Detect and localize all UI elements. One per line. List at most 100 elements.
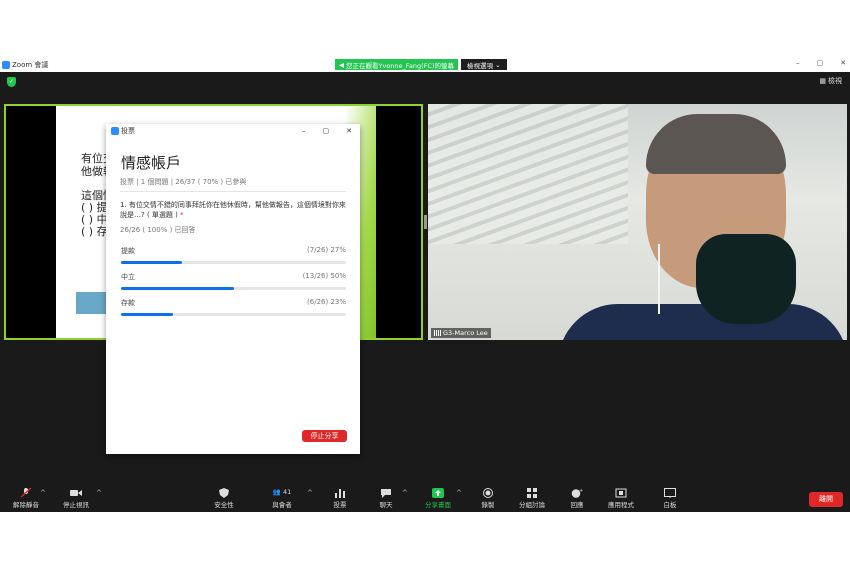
chat-options-caret[interactable]: ^ [402,489,408,497]
polls-button[interactable]: 投票 [320,488,360,509]
poll-window-controls: – ▢ ✕ [302,127,352,135]
poll-result-bar [121,313,346,316]
bar-chart-icon [335,489,345,498]
poll-option-result: (7/26) 27% [307,246,346,254]
breakout-rooms-button[interactable]: 分組討論 [512,488,552,509]
speaker-icon: ◀ [339,60,344,69]
participants-label: 與會者 [272,501,292,509]
video-camera-icon [70,490,82,496]
participants-options-caret[interactable]: ^ [307,489,313,497]
split-divider-handle[interactable] [424,215,427,229]
security-shield-icon[interactable]: ✓ [7,77,16,87]
svg-text:+: + [579,488,583,494]
muted-mic-icon [20,488,32,498]
view-options-button[interactable]: 檢視選項 ⌄ [461,59,507,70]
participant-hair [646,114,786,174]
maximize-button[interactable]: ▢ [817,59,824,67]
audio-options-caret[interactable]: ^ [40,489,46,497]
grid-icon: ▦ [819,77,826,85]
viewing-text: 您正在觀看Yvonne_Fang(FC)的螢幕 [346,61,455,70]
app-title-text: Zoom 會議 [12,61,49,69]
participant-video [558,304,847,340]
security-label: 安全性 [214,501,234,509]
participants-count: 41 [282,488,292,496]
share-screen-label: 分享畫面 [425,501,451,509]
whiteboard-label: 白板 [663,501,677,509]
stop-video-button[interactable]: 停止視訊 [56,488,96,509]
poll-meta: 投票 | 1 個問題 | 26/37 ( 70% ) 已參與 [120,178,247,186]
smiley-plus-icon: + [571,488,583,498]
participants-icon-row: 👥 41 [262,488,302,499]
stop-sharing-button[interactable]: 停止分享 [302,430,347,442]
chat-bubble-icon [381,489,391,498]
poll-window: 投票 – ▢ ✕ 情感帳戶 投票 | 1 個問題 | 26/37 ( 70% )… [106,124,360,454]
slide-line: ( ) 存 [81,225,108,238]
view-options-label: 檢視選項 [467,61,493,70]
gallery-view-button[interactable]: ▦ 檢視 [819,76,842,86]
poll-question: 1. 有位交情不錯的同事拜託你在他休假時，幫他做報告，這個情境對你來說是…? (… [120,200,350,220]
share-options-caret[interactable]: ^ [456,489,462,497]
poll-option-label: 中立 [121,273,135,281]
poll-window-title: 投票 [121,127,135,135]
signal-bars-icon [434,330,441,336]
poll-option: 中立 (13/26) 50% [121,272,346,290]
poll-result-fill [121,261,182,264]
video-options-caret[interactable]: ^ [96,489,102,497]
app-title: Zoom 會議 [2,60,48,70]
poll-title: 情感帳戶 [121,154,182,172]
window-controls: – ▢ ✕ [796,59,846,67]
polls-label: 投票 [333,501,347,509]
poll-result-bar [121,287,346,290]
meeting-toolbar: 解除靜音 ^ 停止視訊 ^ 安全性 👥 41 與會者 ^ 投票 聊天 ^ 分享畫… [0,480,850,512]
close-button[interactable]: ✕ [840,59,846,67]
minimize-button[interactable]: – [302,127,306,135]
participants-button[interactable]: 👥 41 與會者 [262,488,302,509]
poll-option: 存款 (6/26) 23% [121,298,346,316]
chat-button[interactable]: 聊天 [366,488,406,509]
record-icon [483,488,493,498]
maximize-button[interactable]: ▢ [323,127,330,135]
zoom-logo-icon [2,61,10,69]
poll-option: 提款 (7/26) 27% [121,246,346,264]
poll-option-result: (13/26) 50% [302,272,346,280]
whiteboard-icon [664,488,676,498]
viewing-banner: ◀ 您正在觀看Yvonne_Fang(FC)的螢幕 [335,59,459,70]
divider [120,191,346,192]
apps-button[interactable]: 應用程式 [601,488,641,509]
video-tile: G3-Marco Lee [428,104,847,340]
reactions-button[interactable]: + 回應 [557,488,597,509]
minimize-button[interactable]: – [796,59,800,67]
whiteboard-button[interactable]: 白板 [650,488,690,509]
apps-icon [615,488,627,498]
poll-result-fill [121,313,173,316]
record-button[interactable]: 錄製 [468,488,508,509]
breakout-rooms-label: 分組討論 [519,501,545,509]
earphone-wire [658,244,664,314]
gallery-view-label: 檢視 [828,77,842,85]
poll-result-bar [121,261,346,264]
poll-result-fill [121,287,234,290]
participant-mask [696,234,796,324]
required-mark: * [180,211,184,219]
people-icon: 👥 [272,488,281,496]
video-background [428,104,628,244]
zoom-logo-icon [111,127,119,135]
poll-option-label: 提款 [121,247,135,255]
participant-name-label: G3-Marco Lee [431,328,491,338]
security-button[interactable]: 安全性 [204,488,244,509]
poll-answered: 26/26 ( 100% ) 已回答 [120,226,196,234]
chevron-down-icon: ⌄ [493,60,501,69]
unmute-label: 解除靜音 [13,501,39,509]
poll-option-result: (6/26) 23% [307,298,346,306]
title-bar: Zoom 會議 ◀ 您正在觀看Yvonne_Fang(FC)的螢幕 檢視選項 ⌄… [0,57,850,72]
poll-option-label: 存款 [121,299,135,307]
record-label: 錄製 [481,501,495,509]
slide-image [76,292,106,314]
close-button[interactable]: ✕ [346,127,352,135]
breakout-grid-icon [527,488,537,498]
shield-icon [219,488,229,498]
leave-meeting-button[interactable]: 離開 [809,492,843,507]
reactions-label: 回應 [570,501,584,509]
poll-question-text: 1. 有位交情不錯的同事拜託你在他休假時，幫他做報告，這個情境對你來說是…? (… [120,201,346,219]
share-screen-button[interactable]: 分享畫面 [418,488,458,509]
